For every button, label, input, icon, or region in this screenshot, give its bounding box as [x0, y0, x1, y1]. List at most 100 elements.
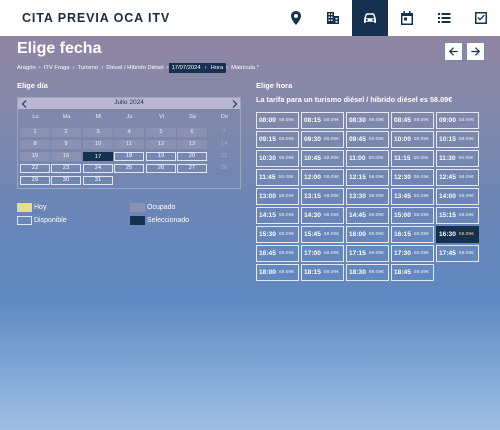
nav-date[interactable]: [389, 0, 425, 36]
slot-price: 58.09€: [323, 194, 339, 199]
breadcrumb-item[interactable]: Aragón: [17, 65, 39, 71]
time-slot[interactable]: 09:45 58.09€: [346, 131, 389, 148]
nav-confirm[interactable]: [463, 0, 499, 36]
calendar-day[interactable]: 20: [177, 152, 207, 161]
time-slot[interactable]: 14:15 58.09€: [256, 207, 299, 224]
breadcrumb-item[interactable]: Turismo: [74, 65, 101, 71]
time-slot[interactable]: 11:30 58.09€: [436, 150, 479, 167]
calendar-day[interactable]: 18: [114, 152, 144, 161]
time-slot[interactable]: 15:30 58.09€: [256, 226, 299, 243]
nav-location[interactable]: [278, 0, 314, 36]
slot-price: 58.09€: [413, 251, 429, 256]
slot-price: 58.09€: [278, 194, 294, 199]
time-slot[interactable]: 10:00 58.09€: [391, 131, 434, 148]
slot-price: 58.09€: [323, 251, 339, 256]
time-slot[interactable]: 08:30 58.09€: [346, 112, 389, 129]
weekday-label: Ju: [126, 114, 133, 120]
time-slot[interactable]: 09:00 58.09€: [436, 112, 479, 129]
calendar-day[interactable]: 24: [83, 164, 113, 173]
back-button[interactable]: [444, 42, 463, 61]
weekday-label: Mi: [95, 114, 102, 120]
time-slot[interactable]: 17:45 58.09€: [436, 245, 479, 262]
slot-price: 58.09€: [368, 194, 384, 199]
breadcrumb-item[interactable]: Matrícula *: [228, 65, 262, 71]
time-slot[interactable]: 08:15 58.09€: [301, 112, 344, 129]
time-slot[interactable]: 14:00 58.09€: [436, 188, 479, 205]
time-slot[interactable]: 09:30 58.09€: [301, 131, 344, 148]
breadcrumb: Aragón › ITV Fraga › Turismo › Diésel / …: [17, 62, 262, 73]
time-slot[interactable]: 18:45 58.09€: [391, 264, 434, 281]
slot-time: 09:30: [304, 136, 321, 143]
time-slot[interactable]: 11:45 58.09€: [256, 169, 299, 186]
time-slot[interactable]: 13:30 58.09€: [346, 188, 389, 205]
time-slot[interactable]: 17:00 58.09€: [301, 245, 344, 262]
breadcrumb-item-selected[interactable]: 17/07/2024: [168, 62, 204, 73]
list-icon: [438, 13, 451, 23]
calendar-day: 12: [146, 140, 176, 149]
calendar-header: Julio 2024: [18, 98, 240, 109]
calendar-day[interactable]: 19: [146, 152, 176, 161]
time-slot[interactable]: 18:00 58.09€: [256, 264, 299, 281]
time-slot-selected[interactable]: 16:30 58.09€: [436, 226, 479, 243]
calendar-day[interactable]: 25: [114, 164, 144, 173]
time-slot[interactable]: 16:15 58.09€: [391, 226, 434, 243]
time-slot[interactable]: 16:45 58.09€: [256, 245, 299, 262]
time-slot[interactable]: 18:15 58.09€: [301, 264, 344, 281]
slot-price: 58.09€: [278, 137, 294, 142]
time-slot[interactable]: 12:00 58.09€: [301, 169, 344, 186]
slot-time: 18:15: [304, 269, 321, 276]
slot-price: 58.09€: [458, 232, 474, 237]
time-slot[interactable]: 12:15 58.09€: [346, 169, 389, 186]
time-slot[interactable]: 15:45 58.09€: [301, 226, 344, 243]
slot-price: 58.09€: [368, 251, 384, 256]
time-slot[interactable]: 17:15 58.09€: [346, 245, 389, 262]
time-slot[interactable]: 17:30 58.09€: [391, 245, 434, 262]
time-slot[interactable]: 08:45 58.09€: [391, 112, 434, 129]
time-slot[interactable]: 08:00 58.09€: [256, 112, 299, 129]
next-month-button[interactable]: [230, 98, 240, 109]
slot-time: 15:00: [394, 212, 411, 219]
time-slot[interactable]: 12:30 58.09€: [391, 169, 434, 186]
time-slot[interactable]: 10:15 58.09€: [436, 131, 479, 148]
breadcrumb-item[interactable]: Diésel / Híbrido Diésel: [103, 65, 166, 71]
calendar-day[interactable]: 30: [51, 176, 81, 185]
nav-building[interactable]: [315, 0, 351, 36]
breadcrumb-item-current[interactable]: Hora: [207, 62, 227, 73]
slot-price: 58.09€: [413, 118, 429, 123]
calendar-day[interactable]: 23: [51, 164, 81, 173]
time-slot[interactable]: 10:30 58.09€: [256, 150, 299, 167]
time-slot[interactable]: 12:45 58.09€: [436, 169, 479, 186]
time-slot[interactable]: 11:15 58.09€: [391, 150, 434, 167]
time-slot[interactable]: 14:45 58.09€: [346, 207, 389, 224]
time-slot[interactable]: 18:30 58.09€: [346, 264, 389, 281]
time-slot[interactable]: 10:45 58.09€: [301, 150, 344, 167]
calendar-day: 16: [51, 152, 81, 161]
time-slot[interactable]: 13:45 58.09€: [391, 188, 434, 205]
slot-time: 12:45: [439, 174, 456, 181]
slot-time: 18:45: [394, 269, 411, 276]
time-slot[interactable]: 16:00 58.09€: [346, 226, 389, 243]
time-slot[interactable]: 09:15 58.09€: [256, 131, 299, 148]
slot-time: 08:30: [349, 117, 366, 124]
time-slot[interactable]: 15:15 58.09€: [436, 207, 479, 224]
nav-vehicle[interactable]: [352, 0, 388, 36]
time-slot[interactable]: 13:00 58.09€: [256, 188, 299, 205]
calendar-day[interactable]: 27: [177, 164, 207, 173]
time-slot[interactable]: 11:00 58.09€: [346, 150, 389, 167]
time-slot[interactable]: 15:00 58.09€: [391, 207, 434, 224]
time-slot[interactable]: 13:15 58.09€: [301, 188, 344, 205]
forward-button[interactable]: [466, 42, 485, 61]
calendar-day-selected[interactable]: 17: [83, 152, 113, 161]
slot-time: 11:45: [259, 174, 276, 181]
calendar-day[interactable]: 29: [20, 176, 50, 185]
time-slot[interactable]: 14:30 58.09€: [301, 207, 344, 224]
calendar-day: 21: [220, 153, 228, 159]
slot-time: 14:30: [304, 212, 321, 219]
calendar-day[interactable]: 26: [146, 164, 176, 173]
calendar-day: 14: [220, 141, 228, 147]
calendar-day[interactable]: 22: [20, 164, 50, 173]
slot-time: 14:45: [349, 212, 366, 219]
calendar-day[interactable]: 31: [83, 176, 113, 185]
nav-list[interactable]: [426, 0, 462, 36]
breadcrumb-item[interactable]: ITV Fraga: [41, 65, 73, 71]
